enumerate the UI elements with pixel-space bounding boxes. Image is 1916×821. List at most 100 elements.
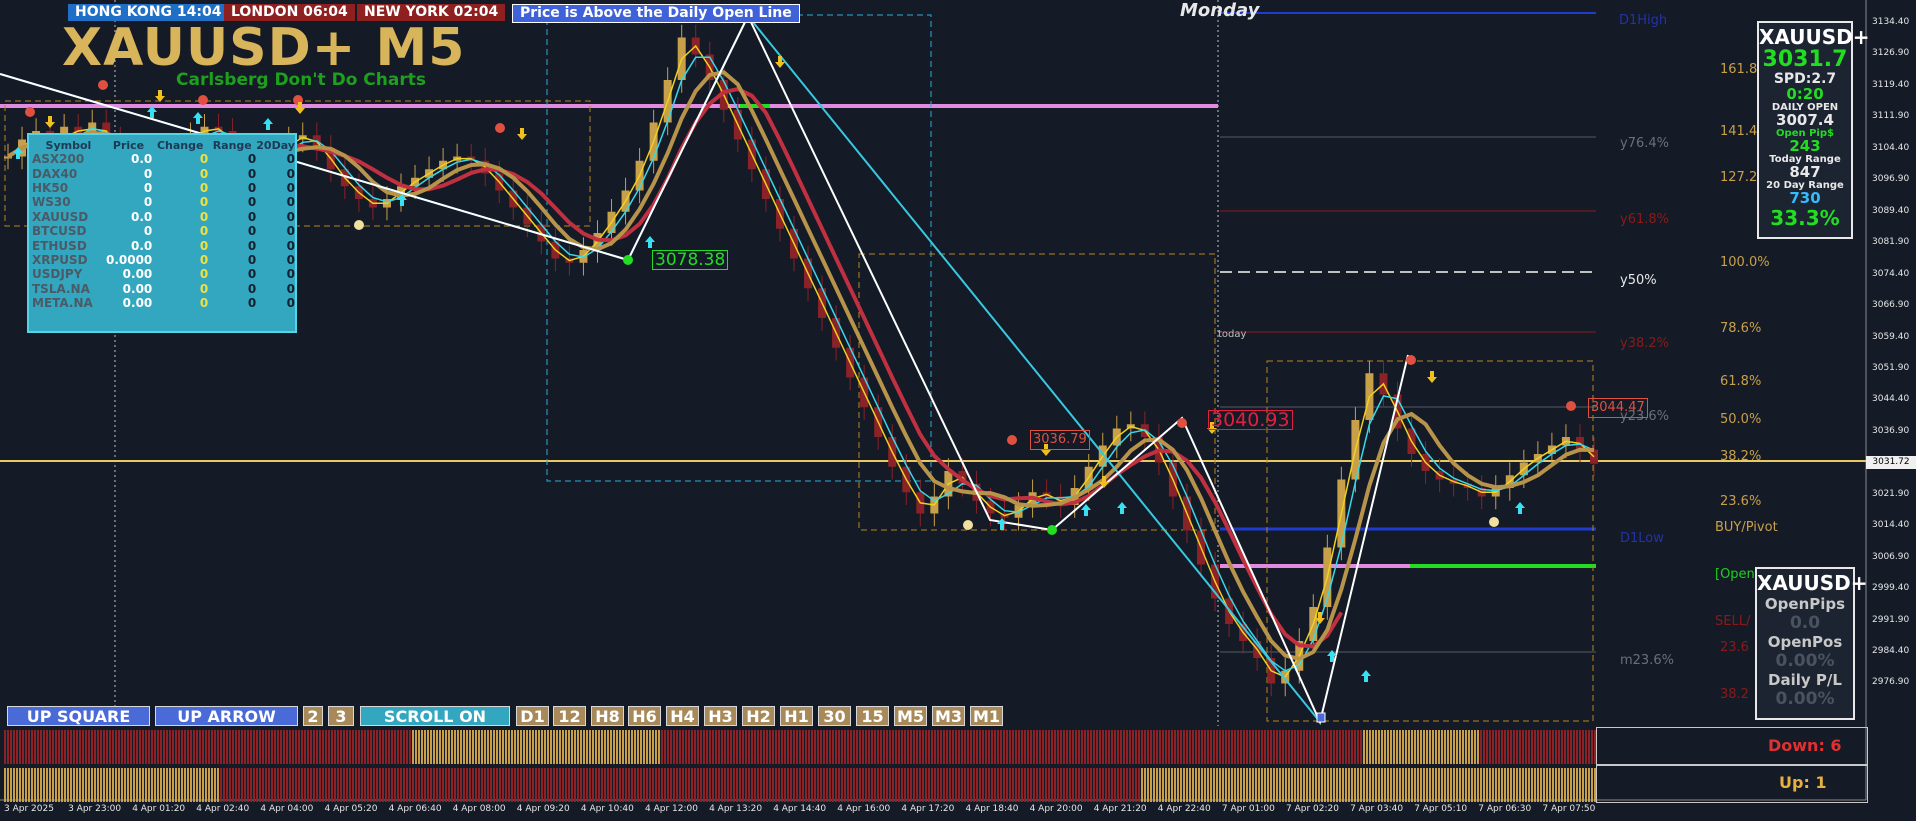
- timeframe-button-m5[interactable]: M5: [894, 706, 927, 726]
- strength-bar-up: [1309, 768, 1311, 802]
- strength-bar-up: [1432, 768, 1434, 802]
- strength-bar-down: [595, 730, 597, 764]
- strength-bar-down: [1057, 730, 1059, 764]
- timeframe-button-30[interactable]: 30: [818, 706, 851, 726]
- strength-bar-up: [826, 768, 828, 802]
- cell-price: 0.00: [122, 296, 153, 311]
- strength-bar-up: [1093, 768, 1095, 802]
- strength-bar-down: [1126, 730, 1128, 764]
- strength-bar-down: [1282, 730, 1284, 764]
- strength-bar-down: [1297, 730, 1299, 764]
- strength-bar-down: [751, 730, 753, 764]
- timeframe-button-h1[interactable]: H1: [780, 706, 813, 726]
- strength-bar-down: [352, 730, 354, 764]
- table-row: XAUUSD 0.0 0 0 0: [32, 210, 295, 224]
- timeframe-button-15[interactable]: 15: [856, 706, 889, 726]
- current-price-tag: 3031.72: [1866, 456, 1916, 469]
- strength-bar-down: [178, 730, 180, 764]
- strength-bar-up: [622, 768, 624, 802]
- strength-bar-down: [1102, 730, 1104, 764]
- cell-price: 0.0000: [105, 252, 153, 267]
- fib-label: y38.2%: [1620, 336, 1669, 351]
- strength-bar-down: [1246, 730, 1248, 764]
- strength-bar-up: [1363, 768, 1365, 802]
- strength-bar-down: [184, 730, 186, 764]
- strength-bar-down: [439, 730, 441, 764]
- strength-bar-up: [508, 768, 510, 802]
- timeframe-button-h2[interactable]: H2: [742, 706, 775, 726]
- strength-bar-up: [922, 768, 924, 802]
- symbol-title: XAUUSD+ M5: [62, 18, 466, 78]
- strength-bar-down: [1588, 730, 1590, 764]
- swing-high-marker: [98, 80, 108, 90]
- strength-bar-up: [994, 768, 996, 802]
- strength-bar-up: [409, 768, 411, 802]
- strength-bar-down: [1123, 730, 1125, 764]
- strength-bar-down: [880, 730, 882, 764]
- strength-bar-up: [1102, 768, 1104, 802]
- mode-button-scroll-on[interactable]: SCROLL ON: [360, 706, 510, 726]
- strength-bar-down: [772, 730, 774, 764]
- strength-bar-up: [1345, 768, 1347, 802]
- strength-bar-up: [670, 768, 672, 802]
- timeframe-button-12[interactable]: 12: [553, 706, 586, 726]
- strength-bar-down: [1180, 730, 1182, 764]
- strength-bar-down: [760, 730, 762, 764]
- strength-bar-down: [1147, 730, 1149, 764]
- strength-bar-down: [1480, 730, 1482, 764]
- strength-bar-down: [265, 730, 267, 764]
- strength-bar-down: [1414, 730, 1416, 764]
- strength-bar-down: [568, 730, 570, 764]
- strength-bar-down: [1357, 730, 1359, 764]
- strength-bar-down: [1576, 730, 1578, 764]
- strength-bar-up: [283, 768, 285, 802]
- cell-price: 0.00: [122, 267, 153, 282]
- timeframe-button-m1[interactable]: M1: [970, 706, 1003, 726]
- strength-bar-up: [1012, 768, 1014, 802]
- strength-bar-up: [1120, 768, 1122, 802]
- timeframe-button-d1[interactable]: D1: [516, 706, 549, 726]
- mode-button-3[interactable]: 3: [328, 706, 354, 726]
- cell-range: 0: [247, 195, 257, 210]
- strength-bar-up: [1000, 768, 1002, 802]
- strength-bar-down: [607, 730, 609, 764]
- mode-button-up-arrow[interactable]: UP ARROW: [155, 706, 298, 726]
- cell-symbol: TSLA.NA: [32, 281, 90, 296]
- strength-bar-down: [1441, 730, 1443, 764]
- strength-bar-up: [1138, 768, 1140, 802]
- strength-bar-down: [13, 730, 15, 764]
- strength-bar-down: [739, 730, 741, 764]
- strength-bar-up: [988, 768, 990, 802]
- strength-bar-down: [115, 730, 117, 764]
- strength-bar-down: [454, 730, 456, 764]
- strength-bar-up: [1015, 768, 1017, 802]
- strength-bar-down: [316, 730, 318, 764]
- timeframe-button-h8[interactable]: H8: [591, 706, 624, 726]
- strength-bar-up: [754, 768, 756, 802]
- strength-bar-down: [130, 730, 132, 764]
- strength-bar-up: [709, 768, 711, 802]
- strength-bar-up: [37, 768, 39, 802]
- strength-bar-down: [16, 730, 18, 764]
- timeframe-button-h6[interactable]: H6: [628, 706, 661, 726]
- strength-bar-down: [1018, 730, 1020, 764]
- strength-bar-down: [1033, 730, 1035, 764]
- strength-bar-down: [1579, 730, 1581, 764]
- info-today-range: 847: [1789, 163, 1821, 181]
- mode-button-up-square[interactable]: UP SQUARE: [7, 706, 150, 726]
- strength-bar-down: [748, 730, 750, 764]
- strength-bar-down: [931, 730, 933, 764]
- timeframe-button-h4[interactable]: H4: [666, 706, 699, 726]
- strength-bar-up: [790, 768, 792, 802]
- cell-price: 0.00: [122, 281, 153, 296]
- strength-bar-up: [529, 768, 531, 802]
- strength-bar-up: [391, 768, 393, 802]
- strength-bar-up: [820, 768, 822, 802]
- strength-bar-down: [967, 730, 969, 764]
- strength-bar-up: [79, 768, 81, 802]
- strength-bar-down: [856, 730, 858, 764]
- strength-bar-up: [934, 768, 936, 802]
- timeframe-button-h3[interactable]: H3: [704, 706, 737, 726]
- timeframe-button-m3[interactable]: M3: [932, 706, 965, 726]
- mode-button-2[interactable]: 2: [303, 706, 323, 726]
